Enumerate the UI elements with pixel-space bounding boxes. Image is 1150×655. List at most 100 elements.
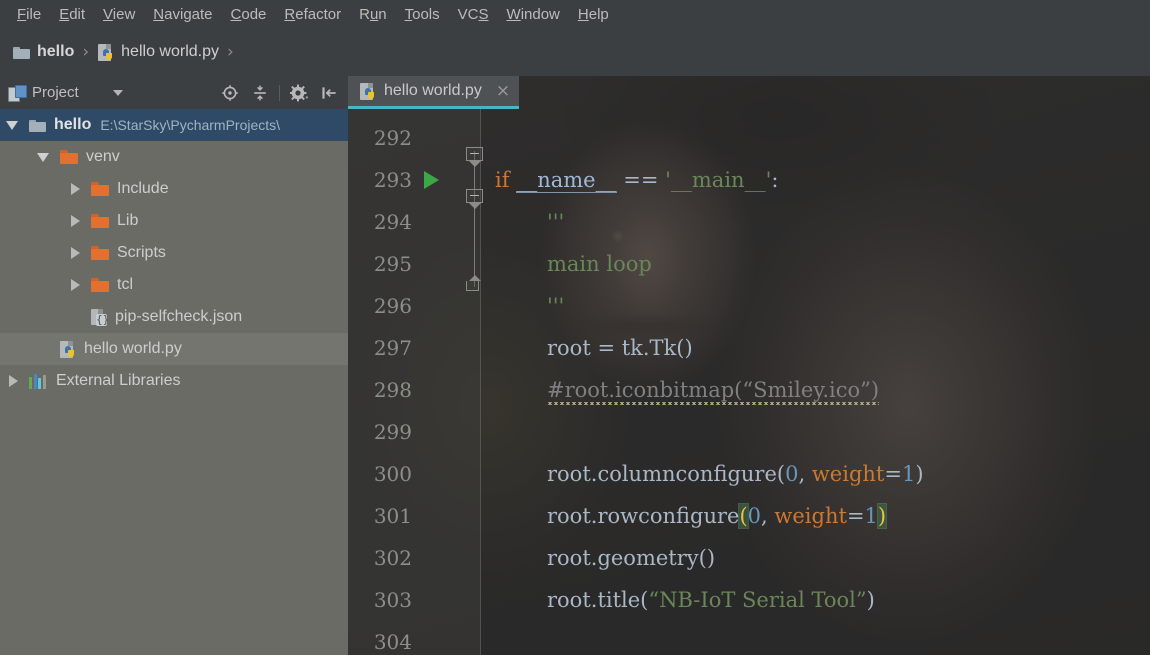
tree-item-lib[interactable]: Lib (0, 205, 348, 237)
code-line-302[interactable]: root.geometry() (481, 537, 715, 579)
gutter-row-300: 300 (348, 453, 481, 495)
editor-tab-label: hello world.py (384, 82, 482, 99)
menu-item-view[interactable]: View (94, 4, 144, 25)
tree-item-external-libraries[interactable]: External Libraries (0, 365, 348, 397)
python-file-icon (60, 340, 76, 358)
chevron-right-icon[interactable] (6, 374, 20, 388)
tree-item-include[interactable]: Include (0, 173, 348, 205)
code-line-304[interactable] (481, 621, 495, 655)
line-number: 302 (373, 546, 412, 570)
code-line-300[interactable]: root.columnconfigure(0, weight = 1) (481, 453, 924, 495)
line-number: 293 (373, 168, 412, 192)
code-line-295[interactable]: main loop (481, 243, 652, 285)
code-line-293[interactable]: if __name__ == '__main__': (481, 159, 778, 201)
gutter-row-301: 301 (348, 495, 481, 537)
hide-panel-icon[interactable] (318, 82, 340, 104)
line-number: 299 (373, 420, 412, 444)
menu-item-file[interactable]: File (8, 4, 50, 25)
code-token: if (495, 168, 510, 192)
editor-tab-hello-world-py[interactable]: hello world.py × (348, 76, 520, 109)
collapse-all-icon[interactable] (249, 82, 271, 104)
tree-item-label: hello (54, 116, 92, 133)
code-editor[interactable]: 292 293 294 295 296 297 298 299 300 301 302 303 304 … (348, 109, 1150, 655)
navigation-breadcrumb-bar: hello › hello world.py › (0, 28, 1150, 76)
menu-item-run[interactable]: Run (350, 4, 396, 25)
folder-orange-icon (91, 182, 109, 196)
tree-item-label: External Libraries (56, 372, 181, 389)
tree-item-hello-world-py[interactable]: hello world.py (0, 333, 348, 365)
code-line-303[interactable]: root.title(“NB-IoT Serial Tool”) (481, 579, 875, 621)
tree-item-venv[interactable]: venv (0, 141, 348, 173)
chevron-down-icon[interactable] (112, 89, 123, 96)
code-token: “NB-IoT Serial Tool” (648, 588, 867, 612)
code-line-292[interactable] (481, 117, 495, 159)
code-token: '__main__' (665, 168, 772, 192)
menu-bar: File Edit View Navigate Code Refactor Run Tools… (0, 0, 1150, 28)
chevron-right-icon[interactable] (68, 182, 82, 196)
gutter-row-292: 292 (348, 117, 481, 159)
code-token: = (846, 504, 865, 528)
chevron-down-icon[interactable] (6, 118, 20, 132)
breadcrumb-item-0[interactable]: hello (10, 41, 77, 63)
chevron-right-icon[interactable] (68, 214, 82, 228)
code-token: root.columnconfigure( (547, 462, 786, 486)
chevron-right-icon[interactable] (68, 246, 82, 260)
code-token: tk.Tk() (621, 336, 693, 360)
code-token: root (547, 336, 591, 360)
code-line-297[interactable]: root = tk.Tk() (481, 327, 693, 369)
menu-item-edit[interactable]: Edit (50, 4, 94, 25)
code-token: root.geometry() (547, 546, 716, 570)
code-token: ) (915, 462, 924, 486)
folder-orange-icon (91, 246, 109, 260)
folder-orange-icon (91, 214, 109, 228)
code-token: root.rowconfigure (547, 504, 740, 528)
menu-item-refactor[interactable]: Refactor (275, 4, 350, 25)
tree-item-label: Scripts (117, 244, 166, 261)
code-token: 0 (747, 504, 762, 528)
code-line-294[interactable]: ''' (481, 201, 564, 243)
tree-item-hello[interactable]: hello E:\StarSky\PycharmProjects\ (0, 109, 348, 141)
menu-item-tools[interactable]: Tools (396, 4, 449, 25)
project-panel-title-group[interactable]: Project (8, 84, 79, 102)
tree-item-pip-selfcheck-json[interactable]: {} pip-selfcheck.json (0, 301, 348, 333)
code-line-301[interactable]: root.rowconfigure(0, weight = 1) (481, 495, 888, 537)
folder-icon (29, 119, 46, 132)
settings-gear-icon[interactable] (288, 82, 310, 104)
fold-arrow-line-293 (469, 161, 481, 167)
gutter-row-294: 294 (348, 201, 481, 243)
line-number: 303 (373, 588, 412, 612)
code-line-296[interactable]: ''' (481, 285, 564, 327)
tree-item-tcl[interactable]: tcl (0, 269, 348, 301)
chevron-right-icon[interactable] (68, 278, 82, 292)
tree-item-scripts[interactable]: Scripts (0, 237, 348, 269)
menu-item-window[interactable]: Window (498, 4, 569, 25)
menu-item-navigate[interactable]: Navigate (144, 4, 221, 25)
libraries-icon (29, 373, 48, 389)
code-token: = (590, 336, 622, 360)
breadcrumb-item-1[interactable]: hello world.py (95, 41, 222, 63)
chevron-down-icon[interactable] (37, 150, 51, 164)
locate-target-icon[interactable] (219, 82, 241, 104)
line-number: 295 (373, 252, 412, 276)
code-line-298[interactable]: #root.iconbitmap(“Smiley.ico”) (481, 369, 880, 411)
menu-item-code[interactable]: Code (222, 4, 276, 25)
menu-item-help[interactable]: Help (569, 4, 618, 25)
code-token: ''' (547, 210, 565, 234)
fold-region-line (474, 151, 475, 287)
project-tree[interactable]: hello E:\StarSky\PycharmProjects\ venv Incl… (0, 109, 348, 655)
code-line-299[interactable] (481, 411, 495, 453)
tree-item-path: E:\StarSky\PycharmProjects\ (100, 117, 281, 133)
close-icon[interactable]: × (496, 82, 510, 100)
run-script-icon[interactable] (424, 171, 439, 189)
folder-orange-icon (91, 278, 109, 292)
line-number: 301 (373, 504, 412, 528)
editor-area: hello world.py × 292 293 294 295 296 297 298 29… (348, 76, 1150, 655)
gutter-row-298: 298 (348, 369, 481, 411)
line-number: 304 (373, 630, 412, 654)
code-text-area[interactable]: if __name__ == '__main__': ''' main loop ''… (481, 109, 1150, 655)
code-token: ( (738, 503, 749, 529)
menu-item-vcs[interactable]: VCS (449, 4, 498, 25)
